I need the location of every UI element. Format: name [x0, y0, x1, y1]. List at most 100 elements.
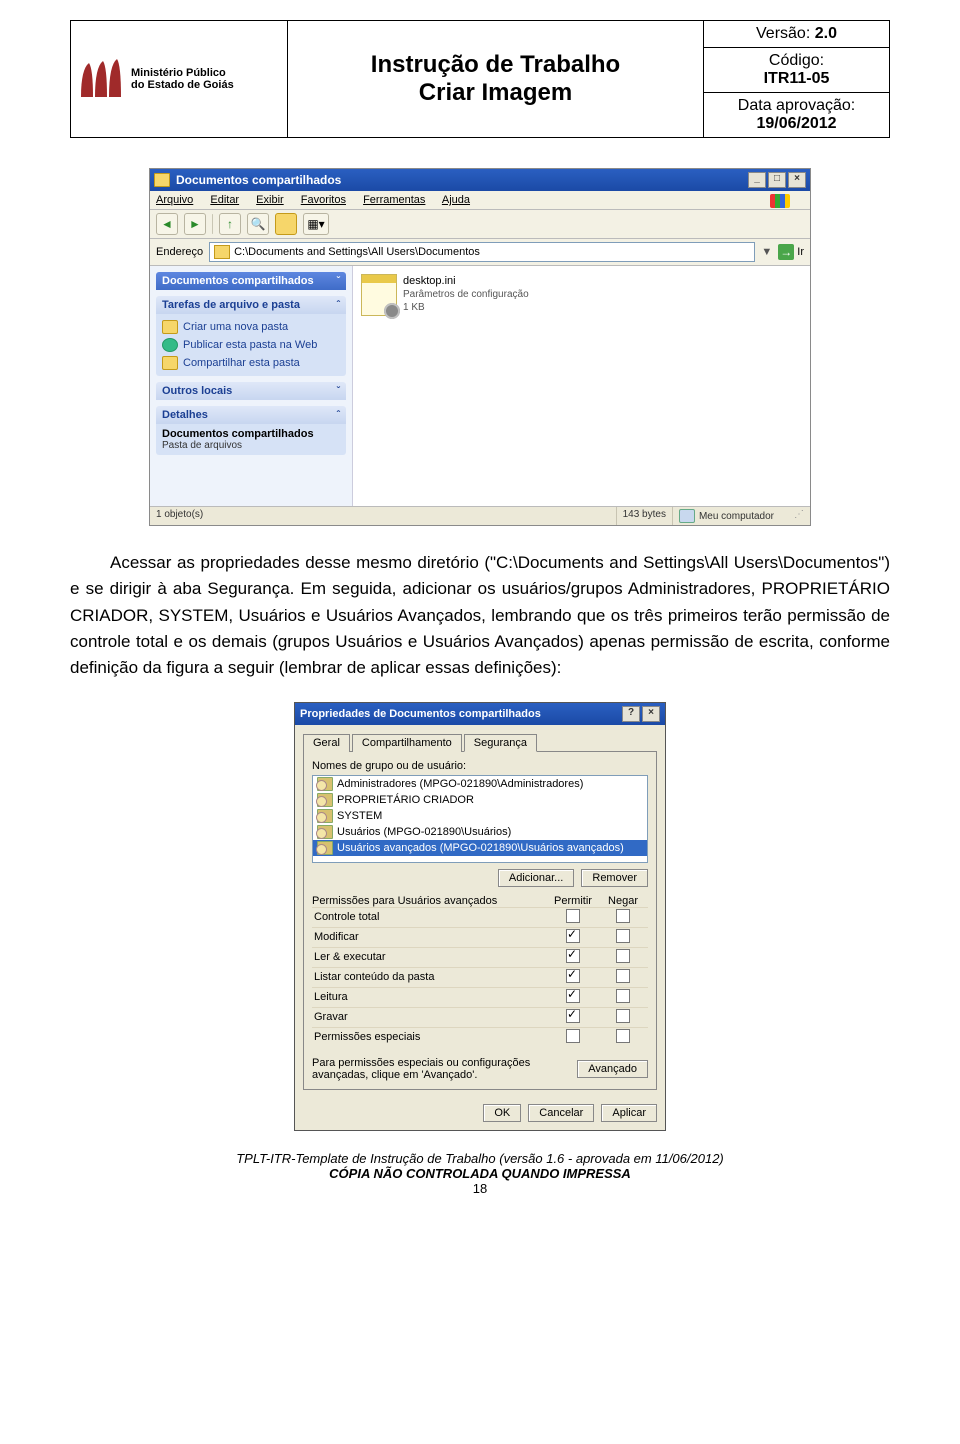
task-share-folder[interactable]: Compartilhar esta pasta	[162, 354, 340, 372]
explorer-title-text: Documentos compartilhados	[176, 173, 341, 187]
permission-name: Controle total	[312, 911, 548, 923]
tab-geral[interactable]: Geral	[303, 734, 350, 752]
toolbar-separator	[212, 214, 213, 234]
title-cell: Instrução de Trabalho Criar Imagem	[288, 21, 704, 137]
maximize-button[interactable]: □	[768, 172, 786, 188]
permission-row: Gravar	[312, 1007, 648, 1027]
explorer-titlebar: Documentos compartilhados _ □ ×	[150, 169, 810, 191]
permission-name: Permissões especiais	[312, 1031, 548, 1043]
groups-label: Nomes de grupo ou de usuário:	[312, 760, 648, 772]
properties-title-text: Propriedades de Documentos compartilhado…	[300, 708, 541, 720]
add-button[interactable]: Adicionar...	[498, 869, 574, 887]
group-item-selected[interactable]: Usuários avançados (MPGO-021890\Usuários…	[313, 840, 647, 856]
help-button[interactable]: ?	[622, 706, 640, 722]
up-button[interactable]: ↑	[219, 213, 241, 235]
windows-flag-icon	[770, 194, 790, 208]
address-value: C:\Documents and Settings\All Users\Docu…	[234, 246, 480, 258]
menu-editar[interactable]: Editar	[210, 194, 239, 206]
logo-text-2: do Estado de Goiás	[131, 79, 234, 91]
explorer-addressbar: Endereço C:\Documents and Settings\All U…	[150, 239, 810, 266]
advanced-button[interactable]: Avançado	[577, 1060, 648, 1078]
file-desc: Parâmetros de configuração	[403, 288, 529, 301]
status-objects: 1 objeto(s)	[150, 507, 617, 525]
deny-checkbox[interactable]	[616, 949, 630, 963]
tab-seguranca[interactable]: Segurança	[464, 734, 537, 752]
explorer-toolbar: ◄ ► ↑ 🔍 ▦▾	[150, 210, 810, 239]
forward-button[interactable]: ►	[184, 213, 206, 235]
permit-checkbox[interactable]	[566, 909, 580, 923]
views-button[interactable]: ▦▾	[303, 213, 329, 235]
folder-icon	[154, 173, 170, 187]
file-item[interactable]: desktop.ini Parâmetros de configuração 1…	[361, 274, 802, 316]
group-item[interactable]: PROPRIETÁRIO CRIADOR	[313, 792, 647, 808]
deny-checkbox[interactable]	[616, 929, 630, 943]
search-button[interactable]: 🔍	[247, 213, 269, 235]
footer-line-1: TPLT-ITR-Template de Instrução de Trabal…	[70, 1151, 890, 1166]
remove-button[interactable]: Remover	[581, 869, 648, 887]
permit-checkbox[interactable]	[566, 929, 580, 943]
permit-checkbox[interactable]	[566, 969, 580, 983]
deny-checkbox[interactable]	[616, 969, 630, 983]
groups-listbox[interactable]: Administradores (MPGO-021890\Administrad…	[312, 775, 648, 863]
permission-row: Leitura	[312, 987, 648, 1007]
close-button[interactable]: ×	[788, 172, 806, 188]
version-label: Versão:	[756, 25, 810, 42]
menu-arquivo[interactable]: Arquivo	[156, 194, 193, 206]
group-item[interactable]: Administradores (MPGO-021890\Administrad…	[313, 776, 647, 792]
permit-checkbox[interactable]	[566, 1029, 580, 1043]
status-location: Meu computador	[699, 511, 774, 522]
permission-row: Modificar	[312, 927, 648, 947]
deny-checkbox[interactable]	[616, 1029, 630, 1043]
back-button[interactable]: ◄	[156, 213, 178, 235]
resize-grip[interactable]: ⋰	[784, 507, 810, 525]
deny-checkbox[interactable]	[616, 1009, 630, 1023]
group-item[interactable]: Usuários (MPGO-021890\Usuários)	[313, 824, 647, 840]
permit-checkbox[interactable]	[566, 949, 580, 963]
page-footer: TPLT-ITR-Template de Instrução de Trabal…	[70, 1151, 890, 1196]
doc-title-1: Instrução de Trabalho	[371, 51, 620, 79]
close-button[interactable]: ×	[642, 706, 660, 722]
doc-title-2: Criar Imagem	[419, 79, 572, 107]
document-header: Ministério Público do Estado de Goiás In…	[70, 20, 890, 138]
group-icon	[317, 809, 333, 823]
deny-checkbox[interactable]	[616, 989, 630, 1003]
mp-goias-logo	[79, 59, 125, 99]
menu-ferramentas[interactable]: Ferramentas	[363, 194, 425, 206]
permit-checkbox[interactable]	[566, 1009, 580, 1023]
deny-checkbox[interactable]	[616, 909, 630, 923]
code-label: Código:	[710, 52, 883, 70]
footer-line-2: CÓPIA NÃO CONTROLADA QUANDO IMPRESSA	[70, 1166, 890, 1181]
permission-row: Listar conteúdo da pasta	[312, 967, 648, 987]
explorer-sidebar: Documentos compartilhadosˇ Tarefas de ar…	[150, 266, 353, 506]
apply-button[interactable]: Aplicar	[601, 1104, 657, 1122]
tab-compartilhamento[interactable]: Compartilhamento	[352, 734, 462, 752]
menu-favoritos[interactable]: Favoritos	[301, 194, 346, 206]
logo-text-1: Ministério Público	[131, 67, 234, 79]
permission-name: Gravar	[312, 1011, 548, 1023]
side-panel-shared[interactable]: Documentos compartilhadosˇ	[156, 272, 346, 290]
cancel-button[interactable]: Cancelar	[528, 1104, 594, 1122]
menu-ajuda[interactable]: Ajuda	[442, 194, 470, 206]
folder-icon	[214, 245, 230, 259]
folders-button[interactable]	[275, 213, 297, 235]
group-item[interactable]: SYSTEM	[313, 808, 647, 824]
meta-cell: Versão: 2.0 Código: ITR11-05 Data aprova…	[704, 21, 889, 137]
permission-row: Ler & executar	[312, 947, 648, 967]
go-button[interactable]: → Ir	[778, 244, 804, 260]
permission-name: Leitura	[312, 991, 548, 1003]
side-panel-tasks[interactable]: Tarefas de arquivo e pastaˆ	[156, 296, 346, 314]
chevron-icon: ˆ	[337, 300, 340, 311]
task-publish-web[interactable]: Publicar esta pasta na Web	[162, 336, 340, 354]
minimize-button[interactable]: _	[748, 172, 766, 188]
chevron-icon: ˇ	[337, 276, 340, 287]
explorer-statusbar: 1 objeto(s) 143 bytes Meu computador ⋰	[150, 506, 810, 525]
side-panel-other[interactable]: Outros locaisˇ	[156, 382, 346, 400]
side-panel-details[interactable]: Detalhesˆ	[156, 406, 346, 424]
menu-exibir[interactable]: Exibir	[256, 194, 284, 206]
task-new-folder[interactable]: Criar uma nova pasta	[162, 318, 340, 336]
ok-button[interactable]: OK	[483, 1104, 521, 1122]
group-icon	[317, 825, 333, 839]
permit-checkbox[interactable]	[566, 989, 580, 1003]
address-input[interactable]: C:\Documents and Settings\All Users\Docu…	[209, 242, 755, 262]
explorer-menubar: Arquivo Editar Exibir Favoritos Ferramen…	[150, 191, 810, 210]
